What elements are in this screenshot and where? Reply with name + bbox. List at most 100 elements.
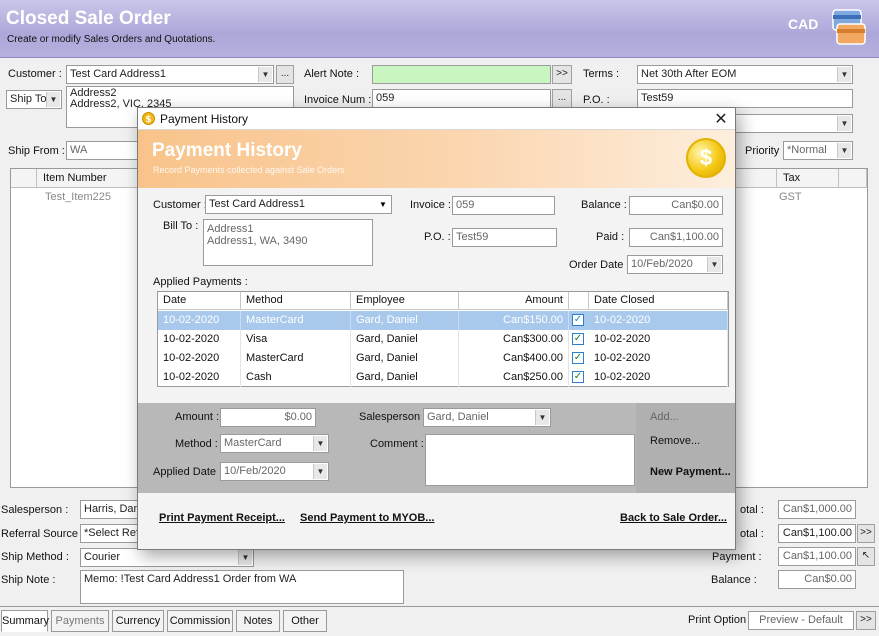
bill-to-address[interactable]: Address1 Address1, WA, 3490 (203, 219, 373, 266)
dlg-balance-label: Balance : (581, 199, 627, 211)
back-to-sale-order-link[interactable]: Back to Sale Order... (620, 512, 727, 524)
method-select[interactable]: MasterCard ▼ (220, 434, 329, 453)
chevron-down-icon: ▼ (238, 550, 252, 565)
tab-payments[interactable]: Payments (51, 610, 109, 632)
payment-value: Can$1,100.00 (778, 547, 856, 566)
col-header-employee[interactable]: Employee (351, 292, 459, 310)
order-date-picker[interactable]: 10/Feb/2020 ▼ (627, 255, 723, 274)
closed-checkbox[interactable]: ✓ (572, 314, 584, 326)
priority-label: Priority : (745, 145, 786, 157)
closed-checkbox[interactable]: ✓ (572, 352, 584, 364)
dialog-titlebar: $ Payment History ✕ (138, 108, 735, 130)
tab-currency[interactable]: Currency (112, 610, 164, 632)
ship-note-input[interactable]: Memo: !Test Card Address1 Order from WA (80, 570, 404, 604)
table-header-blank (11, 169, 37, 188)
comment-input[interactable] (425, 434, 635, 486)
dlg-po-input[interactable]: Test59 (452, 228, 557, 247)
po-label: P.O. : (583, 94, 610, 106)
customer-browse-button[interactable]: ... (276, 65, 294, 84)
date-closed-cell: 10-02-2020 (589, 330, 728, 349)
table-header-tax[interactable]: Tax (777, 169, 839, 188)
dlg-invoice-input[interactable]: 059 (452, 196, 555, 215)
col-header-check[interactable] (569, 292, 589, 310)
table-row[interactable]: 10-02-2020 MasterCard Gard, Daniel Can$1… (158, 311, 728, 330)
bill-to-line1: Address1 (207, 223, 254, 235)
closed-checkbox[interactable]: ✓ (572, 371, 584, 383)
page-subtitle: Create or modify Sales Orders and Quotat… (7, 34, 216, 45)
bill-to-line2: Address1, WA, 3490 (207, 235, 308, 247)
invoice-browse-button[interactable]: ... (552, 89, 572, 108)
ship-method-value: Courier (84, 551, 121, 563)
po-input[interactable]: Test59 (637, 89, 853, 108)
employee-cell: Gard, Daniel (351, 311, 459, 330)
print-payment-receipt-link[interactable]: Print Payment Receipt... (159, 512, 285, 524)
add-payment-button[interactable]: Add... (650, 411, 679, 423)
date-closed-cell: 10-02-2020 (589, 311, 728, 330)
dlg-invoice-label: Invoice : (410, 199, 451, 211)
total-value: Can$1,100.00 (778, 524, 856, 543)
chevron-down-icon: ▼ (258, 67, 272, 82)
dlg-balance-value: Can$0.00 (629, 196, 723, 215)
ship-method-select[interactable]: Courier ▼ (80, 548, 254, 567)
new-payment-button[interactable]: New Payment... (650, 466, 731, 478)
referral-source-select[interactable]: *Select Refe (80, 524, 140, 543)
col-header-method[interactable]: Method (241, 292, 351, 310)
alert-note-input[interactable] (372, 65, 551, 84)
salesperson-select[interactable]: Harris, Damc (80, 500, 140, 519)
date-closed-cell: 10-02-2020 (589, 349, 728, 368)
amount-cell: Can$400.00 (459, 349, 569, 368)
applied-date-value: 10/Feb/2020 (224, 465, 286, 477)
amount-input[interactable]: $0.00 (220, 408, 316, 427)
remove-payment-button[interactable]: Remove... (650, 435, 700, 447)
chevron-down-icon: ▼ (707, 257, 721, 272)
invoice-num-input[interactable]: 059 (372, 89, 551, 108)
employee-cell: Gard, Daniel (351, 368, 459, 387)
table-row[interactable]: 10-02-2020 MasterCard Gard, Daniel Can$4… (158, 349, 728, 368)
applied-date-picker[interactable]: 10/Feb/2020 ▼ (220, 462, 329, 481)
employee-cell: Gard, Daniel (351, 349, 459, 368)
applied-date-label: Applied Date : (153, 466, 223, 478)
customer-select[interactable]: Test Card Address1 ▼ (66, 65, 274, 84)
close-icon[interactable]: ✕ (711, 109, 731, 129)
tab-other[interactable]: Other (283, 610, 327, 632)
col-header-date-closed[interactable]: Date Closed (589, 292, 728, 310)
dlg-customer-select[interactable]: Test Card Address1 ▼ (205, 195, 392, 214)
tab-notes[interactable]: Notes (236, 610, 280, 632)
chevron-down-icon: ▼ (837, 143, 851, 158)
col-header-amount[interactable]: Amount (459, 292, 569, 310)
tab-commission[interactable]: Commission (167, 610, 233, 632)
chevron-down-icon: ▼ (837, 67, 851, 82)
salesperson-label: Salesperson : (1, 504, 69, 516)
ship-to-value: Ship To (10, 93, 47, 105)
terms-value: Net 30th After EOM (641, 68, 737, 80)
col-header-date[interactable]: Date (158, 292, 241, 310)
tab-summary[interactable]: Summary (1, 610, 49, 632)
chevron-down-icon: ▼ (837, 116, 851, 131)
banner-subtitle: Record Payments collected against Sale O… (153, 165, 345, 175)
priority-select[interactable]: *Normal ▼ (783, 141, 853, 160)
amount-cell: Can$150.00 (459, 311, 569, 330)
dialog-title: Payment History (160, 112, 249, 126)
dlg-salesperson-select[interactable]: Gard, Daniel ▼ (423, 408, 551, 427)
date-cell: 10-02-2020 (158, 368, 241, 387)
send-payment-to-myob-link[interactable]: Send Payment to MYOB... (300, 512, 434, 524)
total-label: otal : (740, 528, 764, 540)
balance-label: Balance : (711, 574, 757, 586)
page-header: Closed Sale Order Create or modify Sales… (0, 0, 879, 58)
terms-select[interactable]: Net 30th After EOM ▼ (637, 65, 853, 84)
print-option-label: Print Option : (688, 614, 753, 626)
payment-history-button[interactable]: ↖ (857, 547, 875, 566)
print-option-select[interactable]: Preview - Default (748, 611, 854, 630)
ship-from-input[interactable]: WA (66, 141, 146, 160)
table-row[interactable]: 10-02-2020 Visa Gard, Daniel Can$300.00 … (158, 330, 728, 349)
subtotal-value: Can$1,000.00 (778, 500, 856, 519)
total-more-button[interactable]: >> (857, 524, 875, 543)
alert-note-more-button[interactable]: >> (552, 65, 572, 84)
print-option-more-button[interactable]: >> (856, 611, 876, 630)
table-header-item-number[interactable]: Item Number (37, 169, 147, 188)
table-row[interactable]: 10-02-2020 Cash Gard, Daniel Can$250.00 … (158, 368, 728, 387)
applied-payments-label: Applied Payments : (153, 276, 248, 288)
terms-label: Terms : (583, 68, 620, 80)
closed-checkbox[interactable]: ✓ (572, 333, 584, 345)
ship-to-select[interactable]: Ship To ▼ (6, 90, 62, 109)
